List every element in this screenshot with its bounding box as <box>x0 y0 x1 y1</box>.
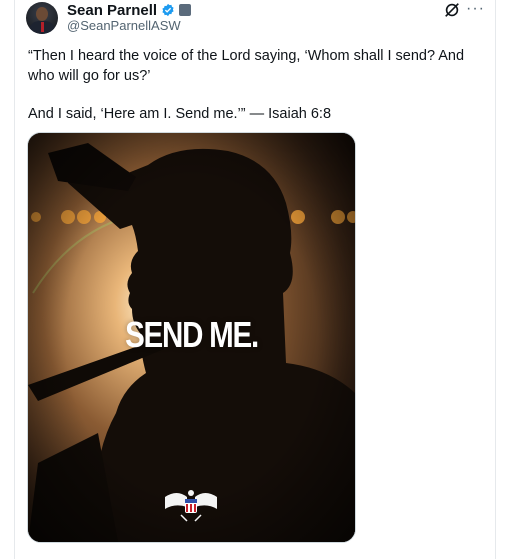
post-text-line2: And I said, ‘Here am I. Send me.’” — Isa… <box>28 106 332 122</box>
avatar-tie <box>41 22 44 32</box>
post-text-line1: “Then I heard the voice of the Lord sayi… <box>28 48 465 84</box>
post-media-image[interactable]: SEND ME. <box>27 132 356 543</box>
author-name[interactable]: Sean Parnell <box>67 2 157 19</box>
media-overlay-text: SEND ME. <box>125 314 259 355</box>
more-options-icon[interactable]: ··· <box>466 0 485 18</box>
author-row: Sean Parnell <box>67 1 192 19</box>
avatar-face <box>36 7 48 21</box>
avatar[interactable] <box>26 2 58 34</box>
affiliation-badge-icon[interactable] <box>179 4 192 16</box>
verified-badge-icon <box>162 3 174 17</box>
author-handle[interactable]: @SeanParnellASW <box>67 18 181 33</box>
grok-icon[interactable] <box>443 1 461 19</box>
